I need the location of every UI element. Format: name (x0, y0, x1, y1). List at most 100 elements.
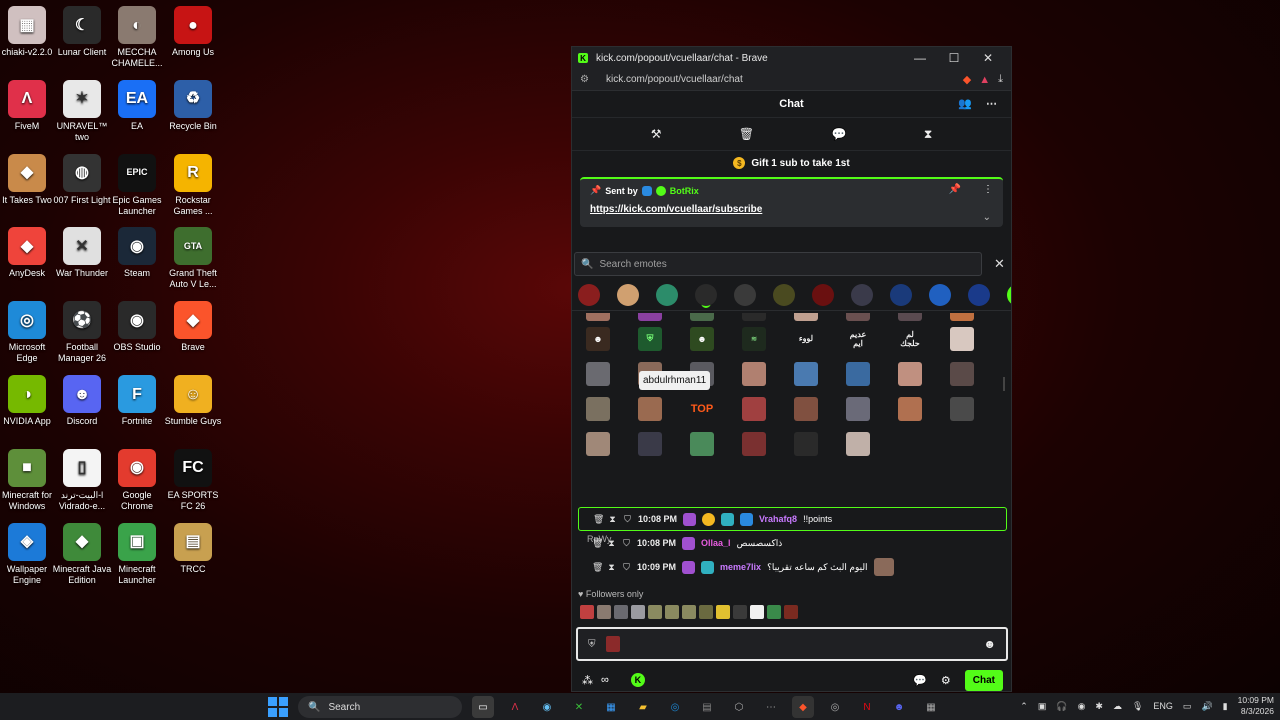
emote-tab[interactable] (812, 283, 834, 306)
download-icon[interactable]: ⤓ (998, 73, 1003, 86)
recent-emote[interactable] (733, 605, 747, 619)
emote[interactable] (638, 431, 662, 456)
volume-icon[interactable]: 🔊 (1201, 701, 1212, 712)
chat-message[interactable]: 🗑 ⧗ ⛉ 10:08 PM Ollaa_l ذاكسصسص (578, 531, 1007, 555)
url-text[interactable]: kick.com/popout/vcuellaar/chat (606, 74, 955, 85)
emote-tab[interactable] (851, 283, 873, 306)
chat-input[interactable]: ⛨ ☻ (576, 627, 1008, 661)
desktop-icon[interactable]: ⚽ Football Manager 26 (52, 301, 112, 364)
emote[interactable] (898, 361, 922, 386)
desktop-icon[interactable]: ◍ 007 First Light (52, 153, 112, 206)
emote[interactable] (794, 431, 818, 456)
emote-tab[interactable] (578, 283, 600, 306)
desktop-icon[interactable]: ◉ OBS Studio (107, 301, 167, 353)
desktop-icon[interactable]: ◉ Steam (107, 227, 167, 279)
emote[interactable] (690, 431, 714, 456)
windows-store-icon[interactable]: ▦ (600, 696, 622, 718)
desktop-icon[interactable]: EPIC Epic Games Launcher (107, 153, 167, 217)
emote[interactable] (898, 396, 922, 421)
emote-tab[interactable] (929, 283, 951, 306)
emote[interactable] (950, 396, 974, 421)
steam-taskbar-icon[interactable]: ◉ (536, 696, 558, 718)
edge-taskbar-icon[interactable]: ◎ (664, 696, 686, 718)
emote[interactable] (950, 326, 974, 351)
emote[interactable] (846, 431, 870, 456)
emote-scrollbar[interactable] (1003, 377, 1005, 391)
users-icon[interactable]: 👥 (958, 97, 972, 110)
emote[interactable] (586, 361, 610, 386)
gift-banner[interactable]: $ Gift 1 sub to take 1st (572, 151, 1011, 175)
emote-text-lam[interactable]: لم حلجك (898, 327, 922, 351)
slow-mode-icon[interactable]: ⧗ (924, 127, 932, 142)
recent-emote[interactable] (614, 605, 628, 619)
timeout-icon[interactable]: ⧗ (608, 514, 617, 525)
emote-tab[interactable] (734, 283, 756, 306)
desktop-icon[interactable]: Λ FiveM (0, 79, 57, 132)
xbox-taskbar-icon[interactable]: ✕ (568, 696, 590, 718)
emote[interactable] (846, 313, 870, 321)
netflix-taskbar-icon[interactable]: N (856, 696, 878, 718)
kick-icon[interactable]: K (630, 673, 645, 687)
recent-emote[interactable] (631, 605, 645, 619)
chevron-down-icon[interactable]: ⌄ (983, 212, 991, 223)
file-explorer-icon[interactable]: ▰ (632, 696, 654, 718)
desktop-icon[interactable]: ☾ Lunar Client (52, 6, 112, 58)
pinned-author[interactable]: BotRix (670, 186, 699, 196)
emote[interactable]: ☻ (586, 326, 610, 351)
desktop-icon[interactable]: ☻ Discord (52, 375, 112, 427)
start-button-icon[interactable] (268, 697, 288, 717)
steam-tray-icon[interactable]: ◉ (1078, 701, 1086, 712)
desktop-icon[interactable]: R Rockstar Games ... (163, 153, 223, 217)
desktop-icon[interactable]: ✶ UNRAVEL™ two (52, 79, 112, 143)
minimize-button[interactable]: — (903, 51, 937, 65)
emote-text-top[interactable]: TOP (690, 397, 714, 421)
app-taskbar-icon[interactable]: ⋯ (760, 696, 782, 718)
chat-bubble-icon[interactable]: 💬 (913, 674, 927, 687)
message-username[interactable]: meme7lix (720, 562, 761, 572)
emote[interactable] (846, 396, 870, 421)
recent-emote[interactable] (750, 605, 764, 619)
clock[interactable]: 10:09 PM 8/3/2026 (1238, 695, 1274, 717)
brave-taskbar-icon[interactable]: ◆ (792, 696, 814, 718)
battery-icon[interactable]: ▮ (1223, 701, 1228, 712)
microphone-icon[interactable]: 🎙 (1132, 701, 1143, 712)
infinity-icon[interactable]: ∞ (601, 674, 609, 686)
recent-emote[interactable] (580, 605, 594, 619)
emote[interactable] (638, 313, 662, 321)
chat-mode-icon[interactable]: 💬 (831, 127, 846, 141)
emote-search-input[interactable]: 🔍 Search emotes (574, 252, 982, 276)
recent-emote[interactable] (682, 605, 696, 619)
desktop-icon[interactable]: FC EA SPORTS FC 26 (163, 448, 223, 512)
tray-app-icon[interactable]: ▣ (1038, 701, 1047, 712)
desktop-icon[interactable]: ◆ Brave (163, 301, 223, 353)
desktop-icon[interactable]: ◈ Wallpaper Engine (0, 522, 57, 586)
desktop-icon[interactable]: ✕ War Thunder (52, 227, 112, 279)
emote[interactable]: ⛨ (638, 326, 662, 351)
ban-icon[interactable]: ⛉ (622, 538, 631, 549)
delete-message-icon[interactable]: 🗑 (593, 514, 604, 525)
fivem-taskbar-icon[interactable]: Λ (504, 696, 526, 718)
emote[interactable] (586, 431, 610, 456)
clear-chat-icon[interactable]: 🗑 (739, 127, 754, 141)
emote[interactable] (846, 361, 870, 386)
pinned-more-icon[interactable]: ⋮ (983, 184, 993, 195)
desktop-icon[interactable]: ▯ البيت-ترند-l Vidrado-e... (52, 448, 112, 512)
desktop-icon[interactable]: ▤ TRCC (163, 522, 223, 575)
desktop-icon[interactable]: ▣ Minecraft Launcher (107, 522, 167, 586)
emote[interactable] (898, 313, 922, 321)
message-username[interactable]: Ollaa_l (701, 538, 731, 548)
desktop-icon[interactable]: ◆ AnyDesk (0, 227, 57, 279)
recent-emote[interactable] (716, 605, 730, 619)
emote-text-loooa[interactable]: لووء (794, 327, 818, 351)
desktop-icon[interactable]: EA EA (107, 79, 167, 132)
recent-emote[interactable] (597, 605, 611, 619)
emote-tab[interactable] (617, 283, 639, 306)
emote[interactable] (690, 313, 714, 321)
emote[interactable] (742, 396, 766, 421)
send-chat-button[interactable]: Chat (964, 669, 1003, 691)
chevron-up-icon[interactable]: ⌃ (1020, 701, 1028, 712)
app-taskbar-icon[interactable]: ⬡ (728, 696, 750, 718)
chat-message[interactable]: 🗑 ⧗ ⛉ 10:09 PM meme7lix اليوم البث كم سا… (578, 555, 1007, 579)
brave-rewards-icon[interactable]: ▲ (979, 74, 990, 86)
cloud-icon[interactable]: ☁ (1113, 701, 1122, 712)
